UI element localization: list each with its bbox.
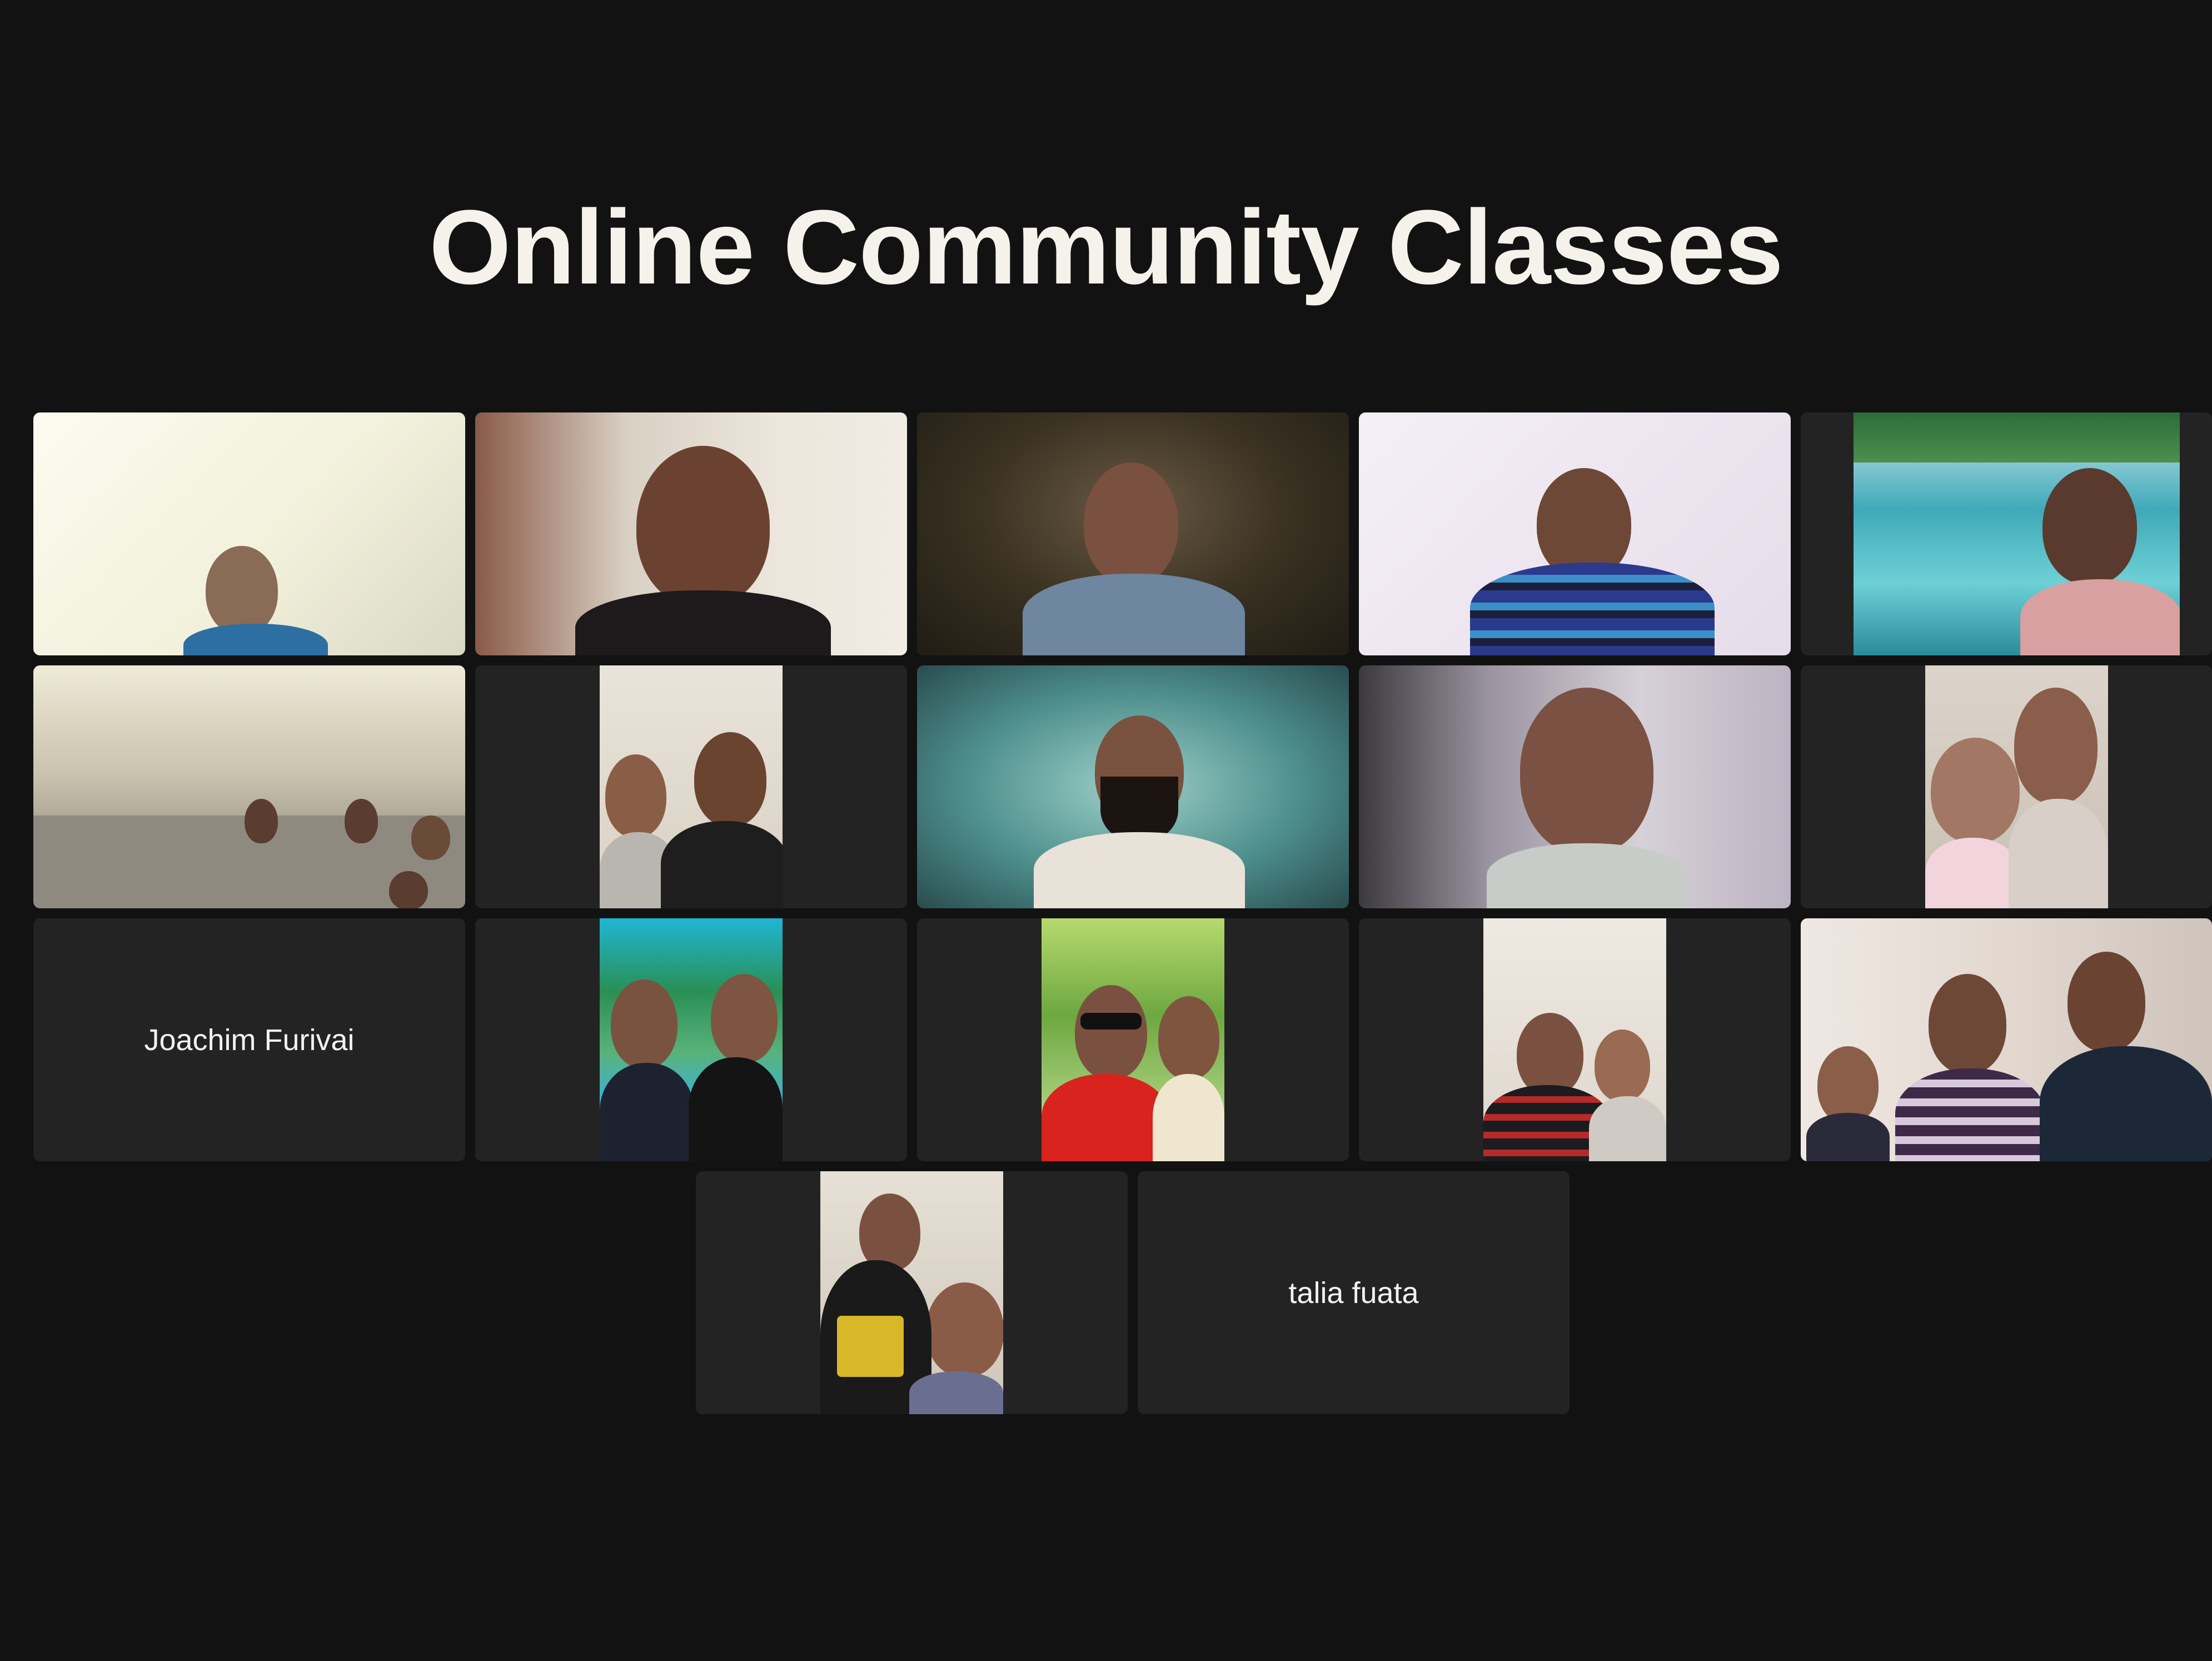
participant-name: talia fuata [1288, 1276, 1419, 1310]
participant-video [33, 412, 465, 655]
participant-tile[interactable] [917, 918, 1349, 1161]
meeting-title: Online Community Classes [429, 188, 1783, 306]
participant-tile[interactable] [33, 665, 465, 908]
participant-name: Joachim Furivai [144, 1023, 355, 1057]
participant-tile[interactable] [1359, 918, 1791, 1161]
participant-video [475, 412, 907, 655]
participant-tile[interactable] [917, 665, 1349, 908]
participant-tile[interactable] [1359, 665, 1791, 908]
participant-video [917, 665, 1349, 908]
participant-video [1801, 918, 2212, 1161]
participant-tile[interactable] [1801, 918, 2212, 1161]
participant-video [33, 665, 465, 908]
participant-video [600, 665, 783, 908]
participant-tile[interactable] [1801, 412, 2212, 655]
participant-tile[interactable] [1801, 665, 2212, 908]
participant-video [917, 412, 1349, 655]
participant-video [600, 918, 783, 1161]
participant-video [1925, 665, 2108, 908]
participant-video [1854, 412, 2180, 655]
participant-video [1042, 918, 1224, 1161]
participant-tile[interactable] [1359, 412, 1791, 655]
participant-video [1359, 665, 1791, 908]
participant-tile[interactable] [33, 412, 465, 655]
participant-tile[interactable] [475, 918, 907, 1161]
participant-tile-video-off[interactable]: Joachim Furivai [33, 918, 465, 1161]
participant-video [1483, 918, 1666, 1161]
participant-video [1359, 412, 1791, 655]
participant-tile[interactable] [475, 665, 907, 908]
participant-tile[interactable] [696, 1171, 1128, 1414]
participant-video [820, 1171, 1003, 1414]
participant-tile-active-speaker[interactable] [917, 412, 1349, 655]
participant-tile-video-off[interactable]: talia fuata [1138, 1171, 1570, 1414]
participant-tile[interactable] [475, 412, 907, 655]
